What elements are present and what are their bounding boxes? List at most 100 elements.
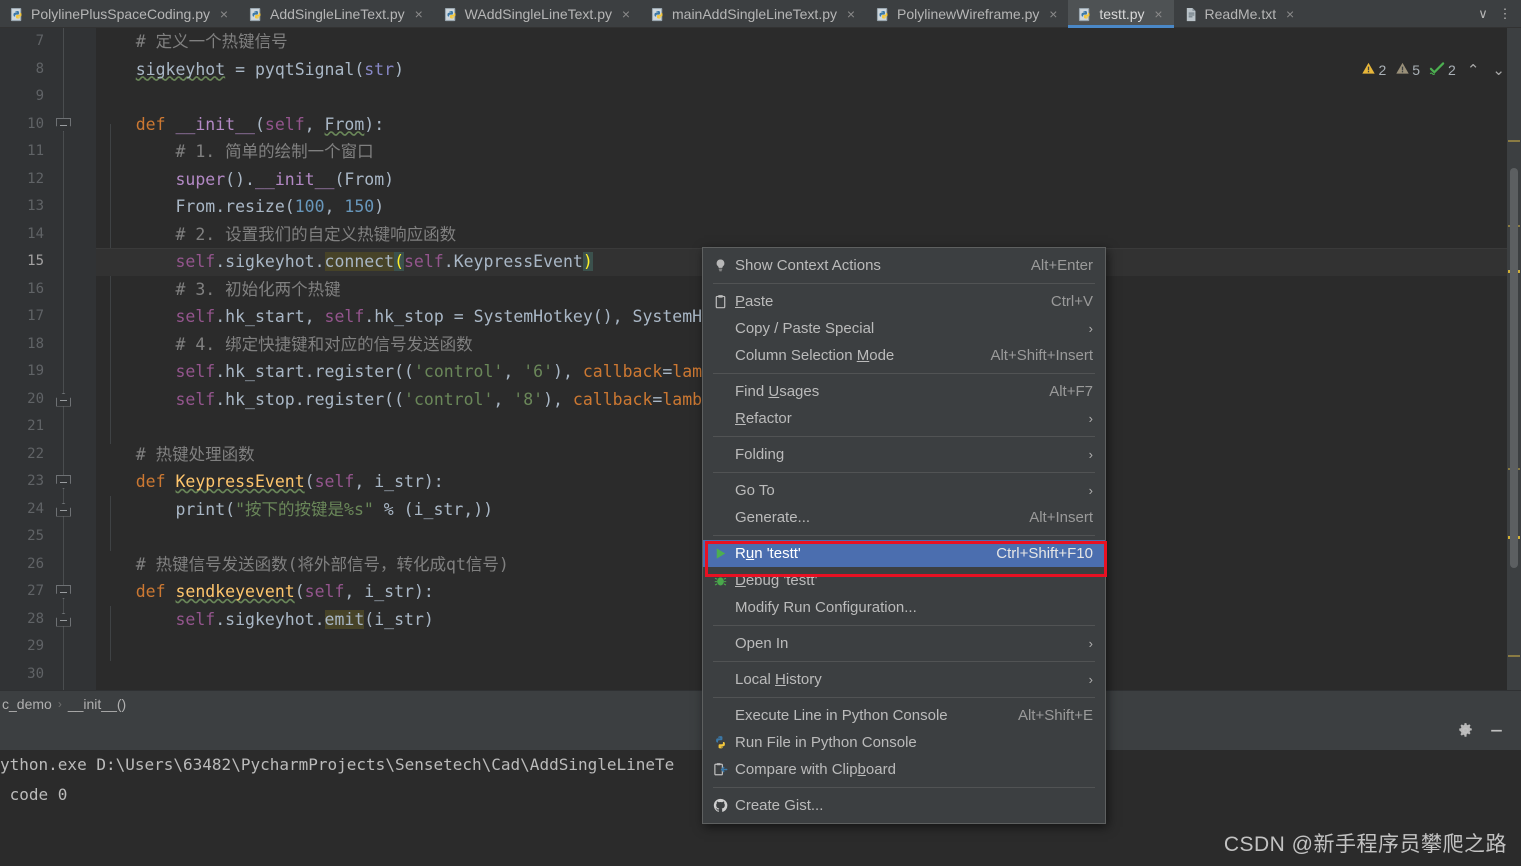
- menu-item[interactable]: Show Context Actions Alt+Enter: [703, 252, 1105, 279]
- code-folding-open-icon[interactable]: [56, 585, 71, 599]
- menu-item[interactable]: Run File in Python Console: [703, 729, 1105, 756]
- menu-item-label: Compare with Clipboard: [735, 761, 896, 778]
- code-line: From.resize(100, 150): [175, 197, 385, 216]
- python-file-icon: [10, 7, 25, 22]
- menu-item[interactable]: Find Usages Alt+F7: [703, 378, 1105, 405]
- chevron-down-icon[interactable]: ∨: [1473, 6, 1493, 22]
- breadcrumb-item[interactable]: c_demo: [2, 696, 52, 712]
- menu-item-label: Copy / Paste Special: [735, 320, 875, 337]
- line-number: 19: [27, 363, 44, 379]
- submenu-chevron-right-icon: ›: [1088, 321, 1093, 336]
- error-stripe-marker-bar[interactable]: [1507, 28, 1521, 690]
- menu-item[interactable]: Create Gist...: [703, 792, 1105, 819]
- code-folding-open-icon[interactable]: [56, 475, 71, 489]
- submenu-chevron-right-icon: ›: [1088, 636, 1093, 651]
- minimize-icon[interactable]: [1488, 722, 1505, 744]
- code-folding-close-icon[interactable]: [56, 612, 71, 627]
- menu-item-shortcut: Alt+Enter: [1030, 257, 1093, 274]
- editor-vertical-scrollbar[interactable]: [1510, 168, 1518, 568]
- code-line: sigkeyhot = pyqtSignal(str): [135, 59, 404, 79]
- menu-item-shortcut: Alt+Insert: [1029, 509, 1093, 526]
- python-file-icon: [249, 7, 264, 22]
- menu-item[interactable]: Debug 'testt': [703, 567, 1105, 594]
- line-number: 29: [27, 638, 44, 654]
- weak-warning-indicator[interactable]: 5: [1395, 61, 1420, 79]
- menu-separator: [713, 697, 1095, 698]
- menu-item[interactable]: Generate... Alt+Insert: [703, 504, 1105, 531]
- menu-item[interactable]: Local History ›: [703, 666, 1105, 693]
- menu-item[interactable]: Go To ›: [703, 477, 1105, 504]
- code-folding-close-icon[interactable]: [56, 392, 71, 407]
- line-number: 10: [27, 115, 44, 132]
- line-number: 22: [27, 445, 44, 462]
- close-icon[interactable]: ×: [1284, 7, 1296, 21]
- run-icon: [713, 546, 735, 561]
- warning-marker[interactable]: [1508, 140, 1520, 142]
- line-number: 9: [35, 88, 44, 104]
- menu-item-label: Run File in Python Console: [735, 734, 917, 751]
- warning-indicator[interactable]: 2: [1361, 61, 1386, 79]
- menu-item[interactable]: Execute Line in Python Console Alt+Shift+…: [703, 702, 1105, 729]
- close-icon[interactable]: ×: [1153, 7, 1165, 21]
- warning-marker[interactable]: [1508, 655, 1520, 657]
- breadcrumb-item[interactable]: __init__(): [68, 696, 126, 712]
- line-number: 21: [27, 418, 44, 434]
- python-file-icon: [444, 7, 459, 22]
- close-icon[interactable]: ×: [413, 7, 425, 21]
- editor-gutter[interactable]: 7 8 9 10 11 12 13 14 15 16 17 18 19 20 21 22 23 24 25 26 27 2…: [0, 28, 96, 690]
- submenu-chevron-right-icon: ›: [1088, 672, 1093, 687]
- close-icon[interactable]: ×: [845, 7, 857, 21]
- menu-item[interactable]: Compare with Clipboard: [703, 756, 1105, 783]
- close-icon[interactable]: ×: [620, 7, 632, 21]
- code-folding-close-icon[interactable]: [56, 502, 71, 517]
- menu-item[interactable]: Open In ›: [703, 630, 1105, 657]
- editor-tab[interactable]: ReadMe.txt ×: [1174, 0, 1306, 28]
- menu-separator: [713, 535, 1095, 536]
- code-folding-open-icon[interactable]: [56, 117, 71, 132]
- menu-item[interactable]: Column Selection Mode Alt+Shift+Insert: [703, 342, 1105, 369]
- line-number: 12: [27, 170, 44, 187]
- more-options-icon[interactable]: ⋮: [1495, 6, 1515, 22]
- line-number: 13: [27, 198, 44, 214]
- editor-tab[interactable]: mainAddSingleLineText.py ×: [641, 0, 866, 28]
- menu-item-label: Refactor: [735, 410, 792, 427]
- menu-item[interactable]: Modify Run Configuration...: [703, 594, 1105, 621]
- inspection-widget[interactable]: 2 5 2 ⌃ ⌄: [1361, 61, 1505, 79]
- compare-icon: [713, 762, 735, 777]
- editor-context-menu[interactable]: Show Context Actions Alt+Enter Paste Ctrl+V…: [702, 247, 1106, 824]
- menu-item-label: Show Context Actions: [735, 257, 881, 274]
- editor-tab-label: testt.py: [1099, 6, 1145, 22]
- menu-item-label: Go To: [735, 482, 775, 499]
- editor-tab[interactable]: AddSingleLineText.py ×: [239, 0, 434, 28]
- editor-tab[interactable]: PolylinePlusSpaceCoding.py ×: [0, 0, 239, 28]
- menu-item[interactable]: Refactor ›: [703, 405, 1105, 432]
- editor-tab-label: PolylinePlusSpaceCoding.py: [31, 6, 210, 22]
- typo-count: 2: [1448, 62, 1456, 78]
- editor-tab[interactable]: WAddSingleLineText.py ×: [434, 0, 641, 28]
- menu-item[interactable]: Folding ›: [703, 441, 1105, 468]
- close-icon[interactable]: ×: [218, 7, 230, 21]
- previous-problem-icon[interactable]: ⌃: [1467, 61, 1480, 79]
- line-number: 7: [35, 33, 44, 49]
- weak-warning-icon: [1395, 61, 1410, 79]
- gear-icon[interactable]: [1457, 722, 1474, 744]
- editor-tab[interactable]: PolylinewWireframe.py ×: [866, 0, 1068, 28]
- editor-tab-active[interactable]: testt.py ×: [1068, 0, 1174, 28]
- next-problem-icon[interactable]: ⌄: [1492, 61, 1505, 79]
- menu-item-selected[interactable]: Run 'testt' Ctrl+Shift+F10: [703, 540, 1105, 567]
- menu-item[interactable]: Paste Ctrl+V: [703, 288, 1105, 315]
- submenu-chevron-right-icon: ›: [1088, 483, 1093, 498]
- line-number: 25: [27, 528, 44, 544]
- menu-item-label: Open In: [735, 635, 789, 652]
- editor-tab-bar: PolylinePlusSpaceCoding.py × AddSingleLine…: [0, 0, 1521, 28]
- close-icon[interactable]: ×: [1047, 7, 1059, 21]
- menu-item[interactable]: Copy / Paste Special ›: [703, 315, 1105, 342]
- checkmark-icon: [1429, 61, 1446, 79]
- menu-item-label: Folding: [735, 446, 785, 463]
- editor-tab-label: ReadMe.txt: [1204, 6, 1277, 22]
- line-number: 17: [27, 308, 44, 324]
- lightbulb-icon: [713, 258, 735, 273]
- menu-separator: [713, 625, 1095, 626]
- code-line: super().__init__(From): [175, 169, 395, 189]
- typo-indicator[interactable]: 2: [1429, 61, 1456, 79]
